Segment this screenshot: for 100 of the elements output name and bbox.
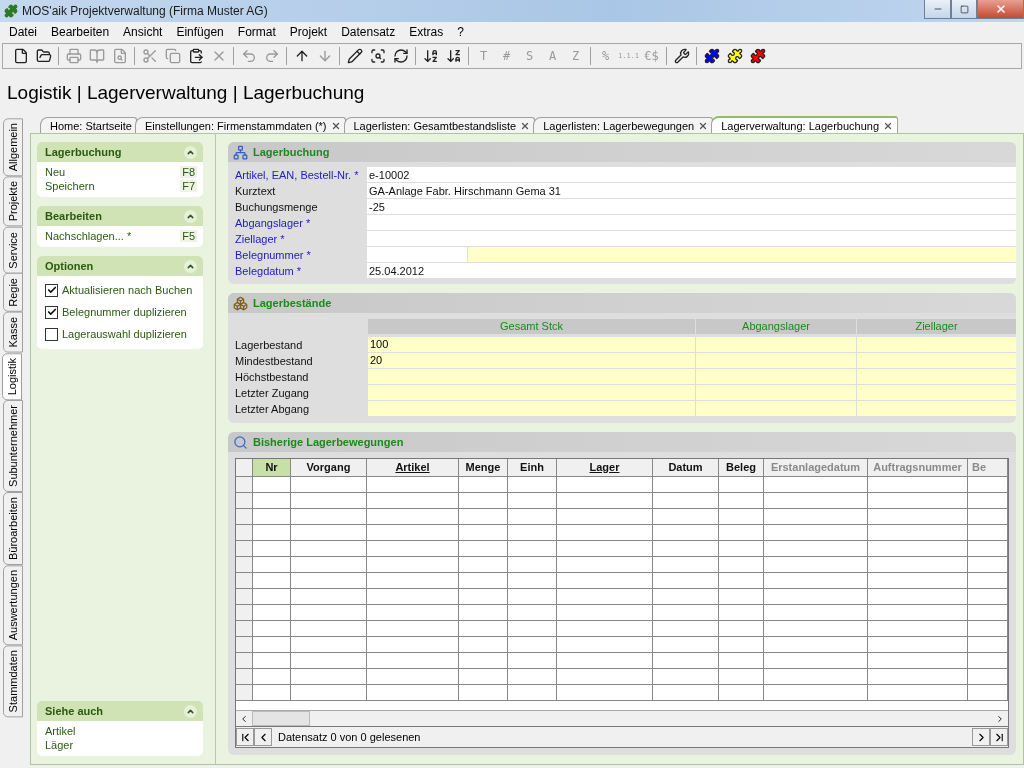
grid-cell [719, 669, 764, 685]
close-icon[interactable] [520, 120, 531, 131]
grid-cell [253, 621, 291, 637]
row-header[interactable] [236, 557, 253, 573]
menu-item[interactable]: Ansicht [116, 25, 170, 39]
close-icon[interactable] [698, 120, 709, 131]
row-header[interactable] [236, 605, 253, 621]
side-tab[interactable]: Büroarbeiten [3, 491, 23, 565]
side-tab[interactable]: Subunternehmer [3, 400, 23, 492]
checkbox[interactable] [45, 283, 58, 297]
side-tab[interactable]: Projekte [3, 176, 23, 227]
row-header[interactable] [236, 653, 253, 669]
row-header[interactable] [236, 477, 253, 493]
input-field[interactable]: -25 [367, 199, 1016, 215]
column-header[interactable]: Beleg [719, 459, 764, 477]
row-header[interactable] [236, 637, 253, 653]
minimize-button[interactable] [924, 0, 951, 19]
side-tab[interactable]: Allgemein [3, 118, 23, 177]
grid-cell [459, 621, 508, 637]
input-field[interactable] [367, 215, 1016, 231]
boxes-icon [233, 295, 248, 311]
shortcut-key: F5 [180, 230, 197, 242]
grid-cell [653, 589, 719, 605]
first-record-button[interactable] [236, 728, 254, 746]
row-header[interactable] [236, 669, 253, 685]
maximize-button[interactable] [951, 0, 977, 19]
side-tab[interactable]: Logistik [2, 352, 22, 400]
field-label: Kurztext [235, 184, 277, 199]
checkbox[interactable] [45, 327, 58, 341]
menu-item[interactable]: Datei [2, 25, 44, 39]
row-header[interactable] [236, 589, 253, 605]
row-header[interactable] [236, 493, 253, 509]
column-header: Gesamt Stck [368, 319, 695, 334]
input-field[interactable] [468, 247, 1016, 263]
document-tab[interactable]: Home: Startseite [40, 117, 137, 133]
field-label[interactable]: Ziellager * [235, 231, 367, 247]
document-tab[interactable]: Lagerlisten: Lagerbewegungen [533, 117, 714, 133]
side-tab[interactable]: Auswertungen [3, 564, 23, 646]
task-link[interactable]: Artikel [45, 725, 197, 737]
grid-cell [508, 493, 557, 509]
scroll-thumb[interactable] [252, 711, 310, 726]
grid-cell [719, 637, 764, 653]
collapse-icon[interactable] [184, 145, 197, 159]
field-label[interactable]: Belegnummer * [235, 247, 367, 263]
input-field[interactable] [367, 231, 1016, 247]
input-field[interactable]: e-10002 [367, 167, 1016, 183]
row-label: Höchstbestand [235, 370, 310, 385]
close-icon[interactable] [883, 120, 893, 131]
close-button[interactable] [977, 0, 1024, 19]
row-header[interactable] [236, 509, 253, 525]
row-header[interactable] [236, 685, 253, 701]
checkbox[interactable] [45, 305, 58, 319]
document-tab[interactable]: Lagerlisten: Gesamtbestandsliste [343, 117, 536, 133]
side-tab[interactable]: Service [3, 226, 23, 274]
column-header[interactable]: Nr [253, 459, 291, 477]
menu-item[interactable]: Projekt [282, 25, 335, 39]
grid-cell [719, 557, 764, 573]
menu-item[interactable]: Einfügen [169, 25, 231, 39]
document-tab[interactable]: Einstellungen: Firmenstammdaten (*) [134, 117, 346, 133]
menu-item[interactable]: ? [450, 25, 471, 39]
field-label[interactable]: Abgangslager * [235, 215, 367, 231]
option-label: Lagerauswahl duplizieren [62, 328, 187, 340]
column-header[interactable]: Lager [557, 459, 653, 477]
previous-record-button[interactable] [254, 728, 272, 746]
horizontal-scrollbar[interactable] [236, 710, 1008, 726]
column-header[interactable]: Artikel [367, 459, 459, 477]
side-tab[interactable]: Stammdaten [3, 645, 23, 718]
collapse-icon[interactable] [184, 704, 197, 718]
row-header[interactable] [236, 573, 253, 589]
grid-cell [459, 605, 508, 621]
next-record-button[interactable] [972, 728, 990, 746]
task-link[interactable]: Nachschlagen... * [45, 230, 132, 242]
input-field[interactable] [367, 247, 467, 263]
input-field[interactable]: GA-Anlage Fabr. Hirschmann Gema 31 [367, 183, 1016, 199]
row-header[interactable] [236, 621, 253, 637]
document-tab[interactable]: Lagerverwaltung: Lagerbuchung [711, 116, 898, 133]
close-icon[interactable] [330, 120, 341, 131]
side-tab[interactable]: Regie [3, 273, 23, 313]
task-link[interactable]: Speichern [45, 180, 95, 192]
column-header[interactable]: Vorgang [291, 459, 367, 477]
row-label: Letzter Abgang [235, 402, 310, 417]
column-header[interactable]: Einh [508, 459, 557, 477]
menu-item[interactable]: Format [230, 25, 283, 39]
field-label[interactable]: Artikel, EAN, Bestell-Nr. * [235, 167, 367, 183]
row-header[interactable] [236, 525, 253, 541]
menu-item[interactable]: Bearbeiten [44, 25, 117, 39]
field-label[interactable]: Belegdatum * [235, 263, 367, 279]
panel-title: Lagerbestände [253, 297, 332, 309]
input-field[interactable]: 25.04.2012 [367, 263, 1016, 279]
collapse-icon[interactable] [184, 209, 197, 223]
task-link[interactable]: Läger [45, 739, 197, 751]
menu-item[interactable]: Datensatz [334, 25, 403, 39]
column-header[interactable]: Menge [459, 459, 508, 477]
last-record-button[interactable] [990, 728, 1008, 746]
column-header[interactable]: Datum [653, 459, 719, 477]
task-link[interactable]: Neu [45, 166, 66, 178]
menu-item[interactable]: Extras [402, 25, 451, 39]
side-tab[interactable]: Kasse [3, 312, 23, 353]
collapse-icon[interactable] [184, 259, 197, 273]
row-header[interactable] [236, 541, 253, 557]
